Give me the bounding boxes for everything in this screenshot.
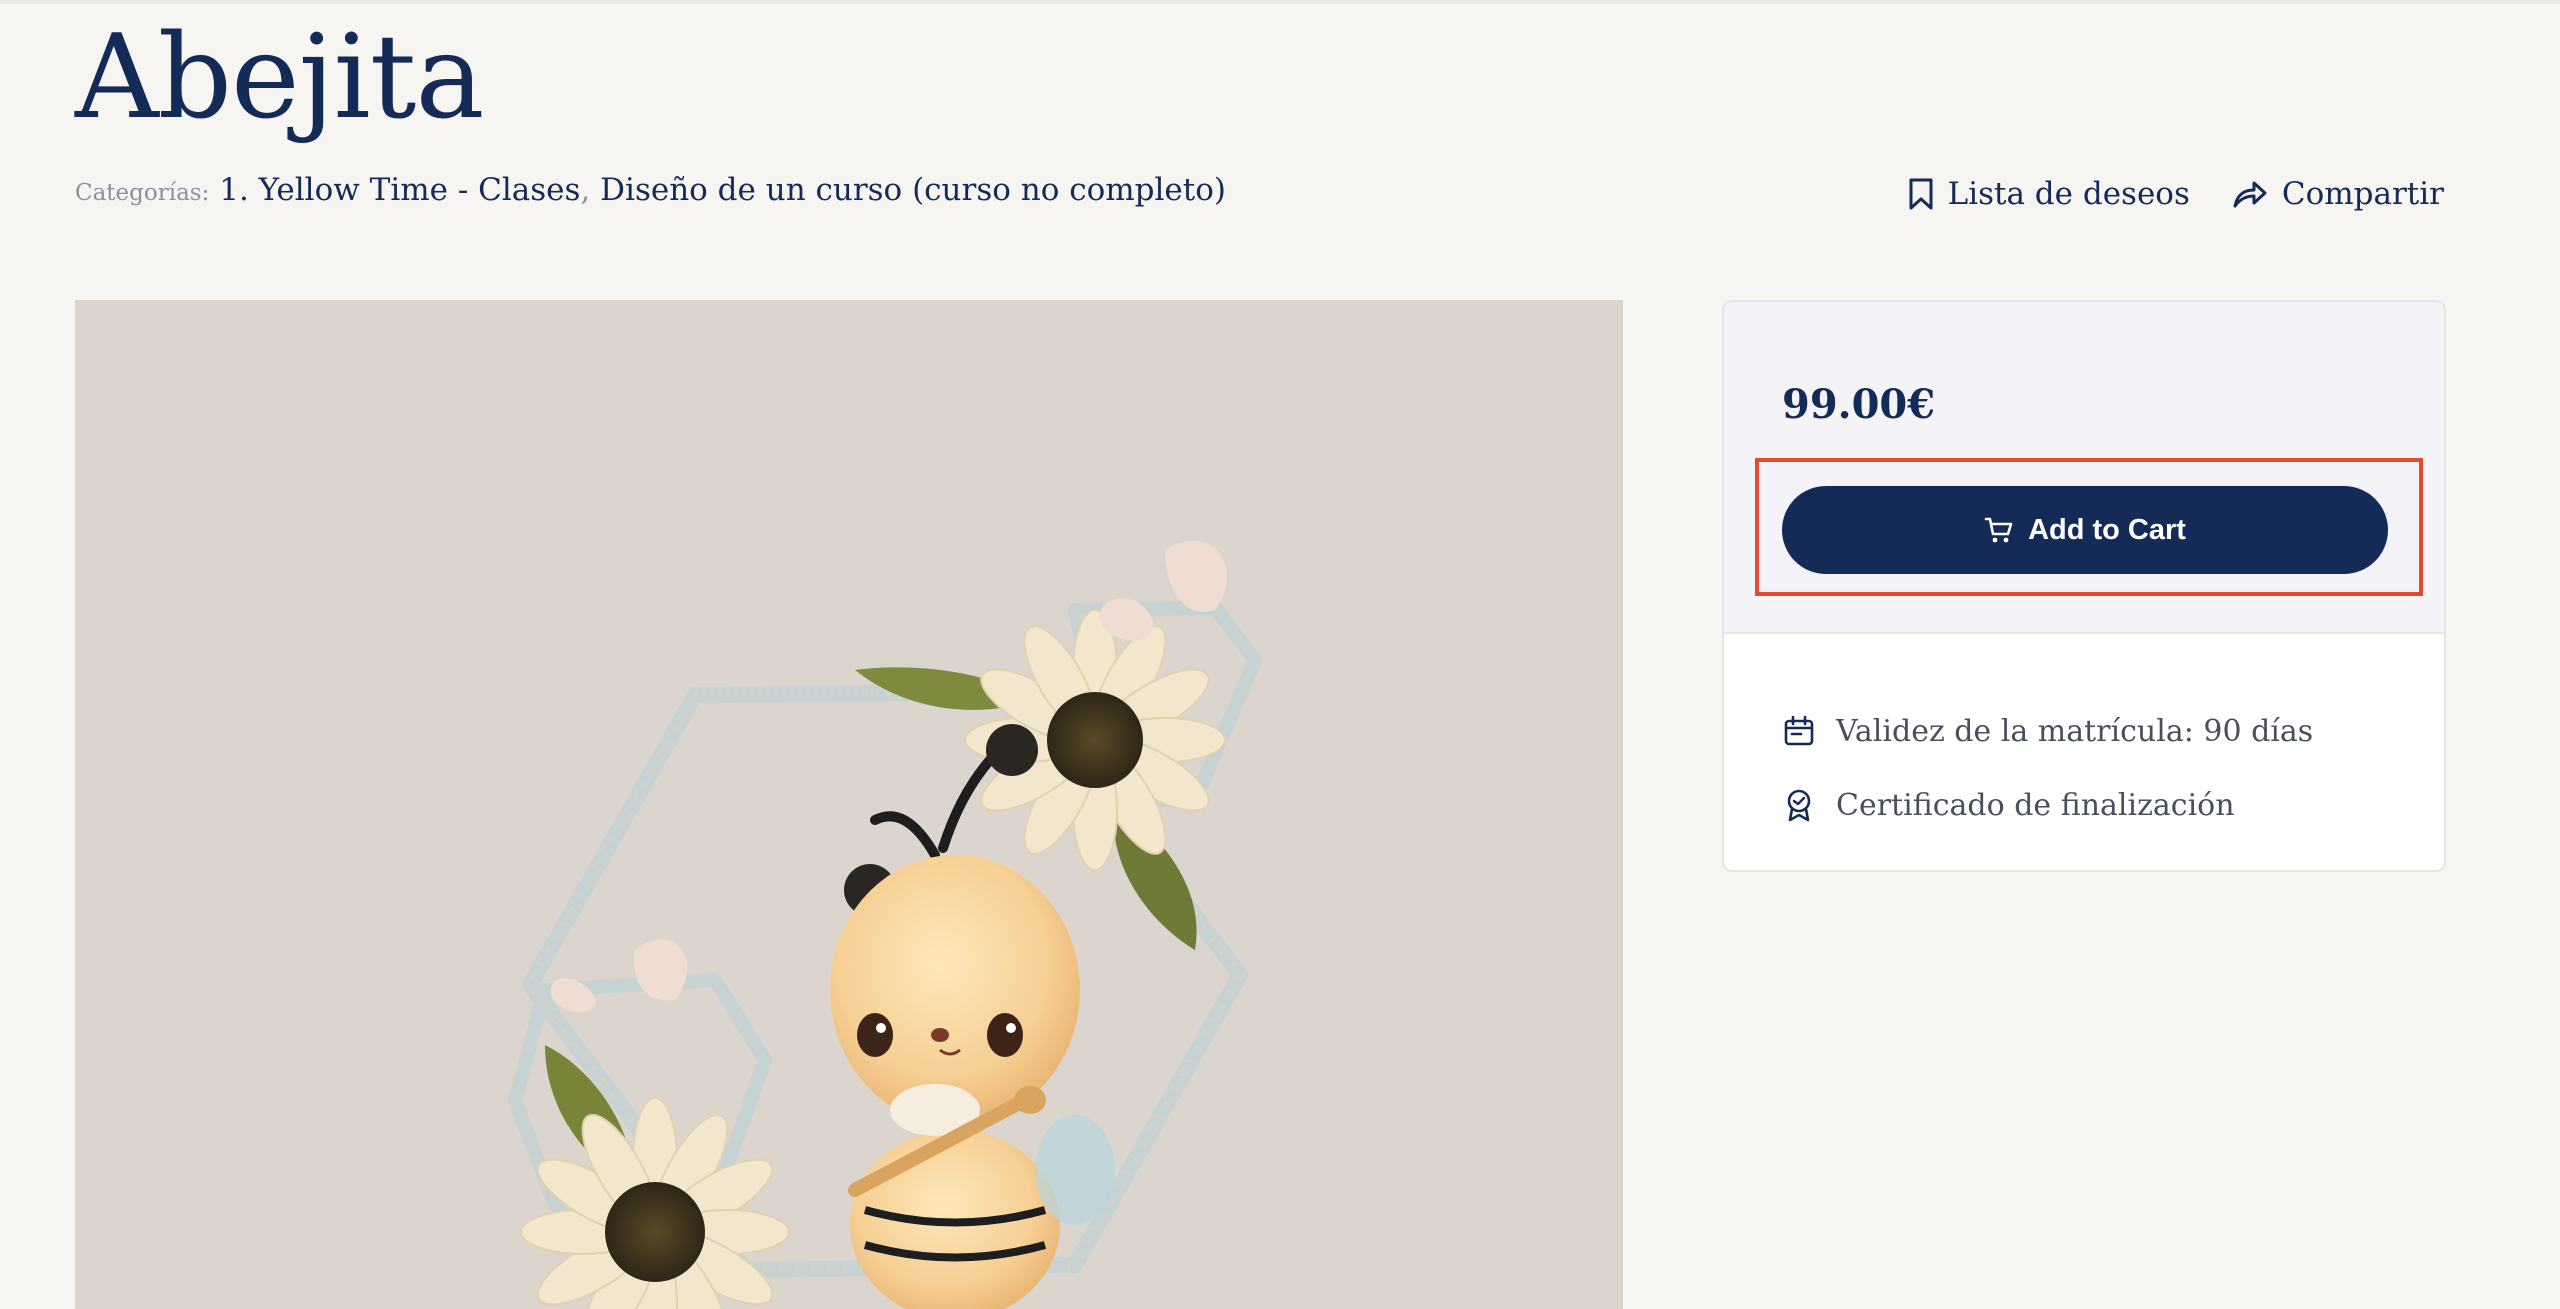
course-image <box>75 300 1623 1309</box>
purchase-card: 99.00€ Add to Cart Validez de la matrícu… <box>1722 300 2446 872</box>
share-icon <box>2233 181 2267 208</box>
bookmark-icon <box>1909 178 1933 210</box>
share-button[interactable]: Compartir <box>2232 172 2444 216</box>
calendar-icon <box>1782 714 1816 748</box>
course-price: 99.00€ <box>1782 381 1936 428</box>
categories: Categorías: 1. Yellow Time - Clases, Dis… <box>75 168 1226 215</box>
course-actions: Lista de deseos Compartir <box>1908 172 2444 216</box>
bee-cake-illustration <box>75 300 1623 1309</box>
certificate-icon <box>1782 788 1816 822</box>
category-separator: , <box>580 172 591 208</box>
feature-enrollment-validity: Validez de la matrícula: 90 días <box>1782 694 2313 768</box>
add-to-cart-label: Add to Cart <box>2028 513 2186 546</box>
feature-enrollment-validity-text: Validez de la matrícula: 90 días <box>1836 713 2314 749</box>
cart-icon <box>1984 517 2013 543</box>
feature-certificate-text: Certificado de finalización <box>1836 787 2235 823</box>
add-to-cart-button[interactable]: Add to Cart <box>1782 486 2388 574</box>
wishlist-label: Lista de deseos <box>1947 176 2190 212</box>
feature-certificate: Certificado de finalización <box>1782 768 2313 842</box>
wishlist-button[interactable]: Lista de deseos <box>1908 172 2190 216</box>
top-strip <box>0 0 2560 4</box>
category-link-course-design[interactable]: Diseño de un curso (curso no completo) <box>600 172 1226 208</box>
course-features: Validez de la matrícula: 90 días Certifi… <box>1782 694 2313 842</box>
share-label: Compartir <box>2281 176 2444 212</box>
categories-label: Categorías: <box>75 180 210 206</box>
category-link-yellow-time[interactable]: 1. Yellow Time - Clases <box>219 172 580 208</box>
course-title: Abejita <box>75 10 485 145</box>
pricing-panel: 99.00€ Add to Cart <box>1724 302 2444 634</box>
